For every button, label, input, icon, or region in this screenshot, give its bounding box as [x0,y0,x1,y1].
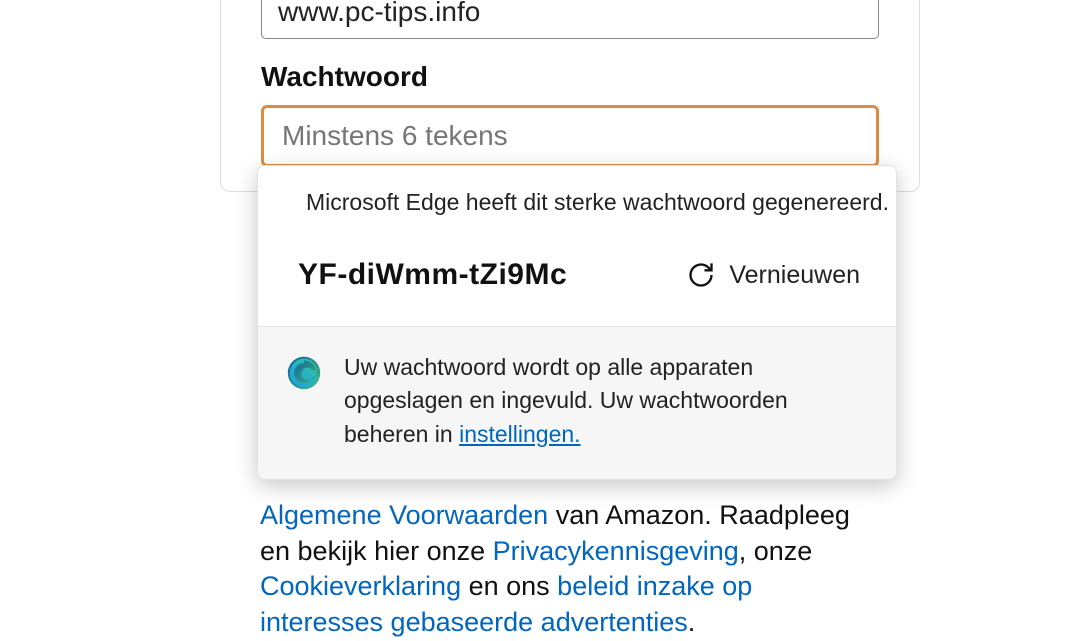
terms-text: Algemene Voorwaarden van Amazon. Raadple… [260,498,880,641]
generated-password[interactable]: YF-diWmm-tZi9Mc [298,258,567,292]
privacy-link[interactable]: Privacykennisgeving [493,536,739,566]
terms-seg4: . [688,607,696,637]
terms-seg3: en ons [461,571,557,601]
password-suggestion-popup: Microsoft Edge heeft dit sterke wachtwoo… [257,165,897,480]
password-label: Wachtwoord [261,61,879,93]
refresh-icon [687,261,715,289]
popup-header-text: Microsoft Edge heeft dit sterke wachtwoo… [306,189,889,216]
settings-link[interactable]: instellingen. [459,421,580,447]
edge-icon [286,355,322,391]
refresh-button[interactable]: Vernieuwen [687,261,860,290]
terms-seg2: , onze [739,536,813,566]
cookie-link[interactable]: Cookieverklaring [260,571,461,601]
popup-footer-row: Uw wachtwoord wordt op alle apparaten op… [258,326,896,479]
password-input[interactable]: Minstens 6 tekens [261,105,879,167]
terms-link[interactable]: Algemene Voorwaarden [260,500,548,530]
website-input[interactable]: www.pc-tips.info [261,0,879,39]
form-card: www.pc-tips.info Wachtwoord Minstens 6 t… [220,0,920,192]
popup-footer-text: Uw wachtwoord wordt op alle apparaten op… [344,351,862,451]
popup-header-row: Microsoft Edge heeft dit sterke wachtwoo… [258,166,896,234]
refresh-label: Vernieuwen [729,261,860,290]
popup-password-row: YF-diWmm-tZi9Mc Vernieuwen [258,234,896,326]
